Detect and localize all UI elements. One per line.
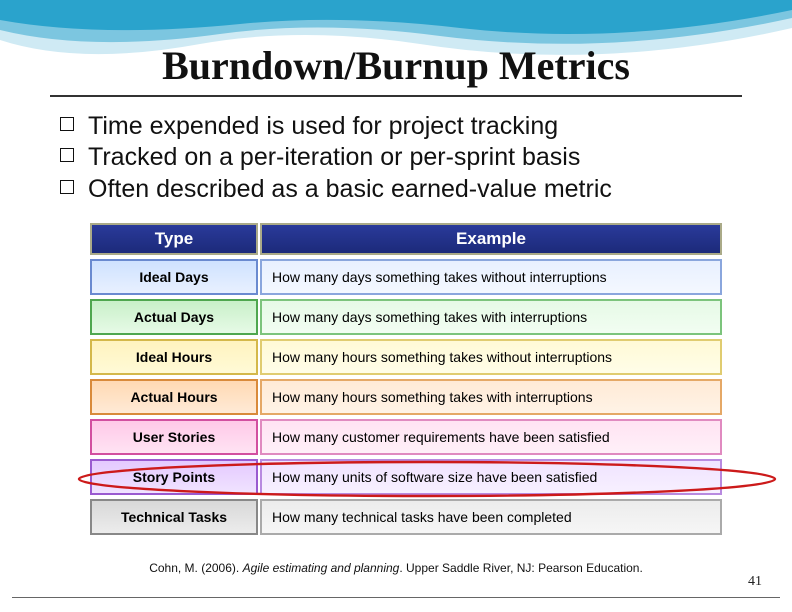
table-row: Actual Hours How many hours something ta… [90, 379, 722, 415]
type-cell: Technical Tasks [90, 499, 258, 535]
citation-rest: . Upper Saddle River, NJ: Pearson Educat… [399, 561, 642, 575]
metrics-table: Type Example Ideal Days How many days so… [88, 219, 724, 539]
example-cell: How many hours something takes with inte… [260, 379, 722, 415]
metrics-table-wrap: Type Example Ideal Days How many days so… [88, 219, 724, 539]
type-cell: User Stories [90, 419, 258, 455]
type-cell: Ideal Hours [90, 339, 258, 375]
col-header-example: Example [260, 223, 722, 255]
citation: Cohn, M. (2006). Agile estimating and pl… [20, 561, 772, 575]
bullet-item: Time expended is used for project tracki… [60, 111, 742, 142]
example-cell: How many days something takes without in… [260, 259, 722, 295]
table-row: Story Points How many units of software … [90, 459, 722, 495]
example-cell: How many customer requirements have been… [260, 419, 722, 455]
table-row: Ideal Days How many days something takes… [90, 259, 722, 295]
table-row: Technical Tasks How many technical tasks… [90, 499, 722, 535]
footer-divider [12, 597, 780, 598]
example-cell: How many technical tasks have been compl… [260, 499, 722, 535]
example-cell: How many hours something takes without i… [260, 339, 722, 375]
table-row: Actual Days How many days something take… [90, 299, 722, 335]
example-cell: How many days something takes with inter… [260, 299, 722, 335]
bullet-list: Time expended is used for project tracki… [60, 111, 742, 205]
page-number: 41 [748, 574, 762, 590]
bullet-item: Often described as a basic earned-value … [60, 174, 742, 205]
type-cell: Actual Days [90, 299, 258, 335]
type-cell: Ideal Days [90, 259, 258, 295]
type-cell: Actual Hours [90, 379, 258, 415]
bullet-item: Tracked on a per-iteration or per-sprint… [60, 142, 742, 173]
type-cell: Story Points [90, 459, 258, 495]
citation-work: Agile estimating and planning [243, 561, 400, 575]
example-cell: How many units of software size have bee… [260, 459, 722, 495]
table-row: User Stories How many customer requireme… [90, 419, 722, 455]
col-header-type: Type [90, 223, 258, 255]
citation-author: Cohn, M. (2006). [149, 561, 242, 575]
table-row: Ideal Hours How many hours something tak… [90, 339, 722, 375]
slide-title: Burndown/Burnup Metrics [50, 0, 742, 97]
